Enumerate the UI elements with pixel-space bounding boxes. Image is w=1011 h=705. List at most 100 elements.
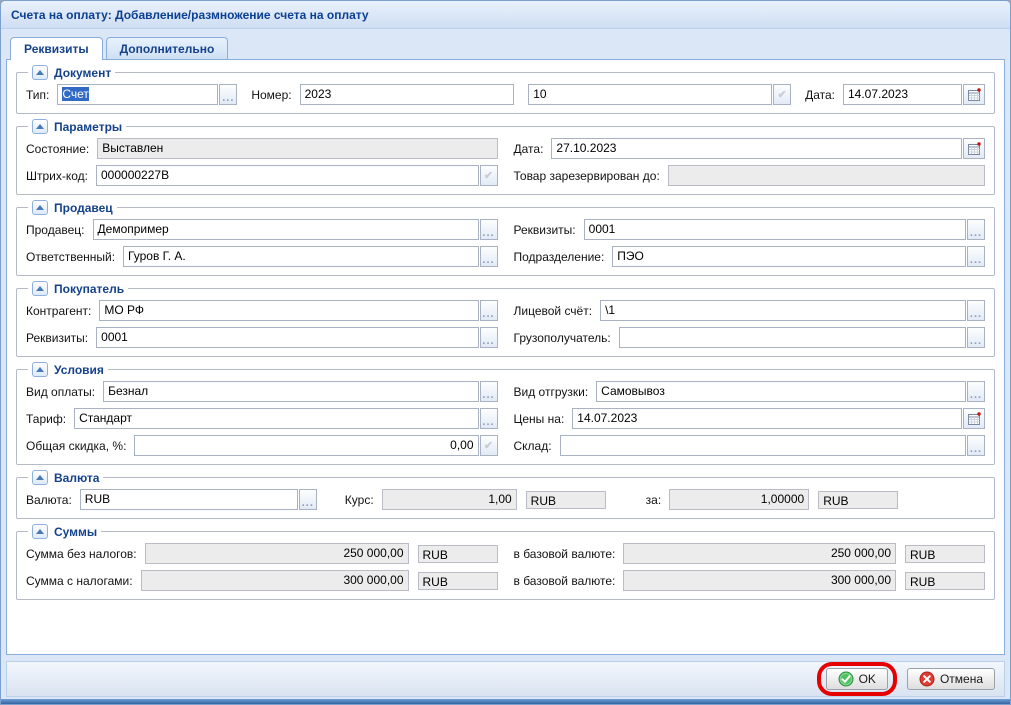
- field-input-warehouse[interactable]: [560, 435, 966, 456]
- section-title: Документ: [54, 66, 111, 80]
- field-input-sum-no-tax-base: 250 000,00: [623, 543, 896, 564]
- section-legend: Валюта: [28, 470, 103, 485]
- field-label: Тариф:: [26, 412, 66, 426]
- field-input-doc-number-2[interactable]: 10: [528, 84, 772, 105]
- form-row: Продавец:Демопример...Реквизиты:0001...: [26, 216, 985, 243]
- field-group: Гуров Г. А....: [123, 246, 497, 267]
- field-input-doc-number[interactable]: 2023: [300, 84, 515, 105]
- triangle-up-icon: [36, 286, 44, 291]
- field-label: Курс:: [345, 493, 374, 507]
- field-input-shipment-type[interactable]: Самовывоз: [596, 381, 966, 402]
- field-label: Дата:: [805, 88, 835, 102]
- field-input-barcode[interactable]: 000000227B: [96, 165, 479, 186]
- field-input-buyer-requisites[interactable]: 0001: [96, 327, 478, 348]
- lookup-button[interactable]: ...: [967, 381, 985, 402]
- field-input-status: Выставлен: [97, 138, 497, 159]
- field-input-doc-type[interactable]: Счет: [57, 84, 218, 105]
- lookup-button[interactable]: ...: [967, 219, 985, 240]
- field-input-prices-on[interactable]: 14.07.2023: [572, 408, 962, 429]
- lookup-button[interactable]: ...: [480, 408, 498, 429]
- collapse-section-button[interactable]: [32, 281, 48, 296]
- field-input-doc-date[interactable]: 14.07.2023: [843, 84, 962, 105]
- field-group: Выставлен: [97, 138, 497, 159]
- field-input-param-date[interactable]: 27.10.2023: [551, 138, 962, 159]
- calendar-icon: [968, 88, 981, 101]
- form-cell: Номер:2023: [251, 84, 514, 105]
- lookup-button[interactable]: ...: [480, 219, 498, 240]
- lookup-button[interactable]: ...: [480, 246, 498, 267]
- form-cell: Вид оплаты: Безнал...: [26, 381, 498, 402]
- form-cell: Грузополучатель:...: [514, 327, 986, 348]
- collapse-section-button[interactable]: [32, 119, 48, 134]
- field-group: 2023: [300, 84, 515, 105]
- field-input-personal-account[interactable]: \1: [600, 300, 966, 321]
- collapse-section-button[interactable]: [32, 470, 48, 485]
- field-input-reserved-until: [668, 165, 985, 186]
- field-unit-sum-no-tax: RUB: [418, 545, 498, 563]
- ok-button[interactable]: OK: [826, 668, 888, 690]
- date-picker-button[interactable]: [963, 138, 985, 159]
- field-input-discount[interactable]: 0,00: [134, 435, 478, 456]
- field-input-consignee[interactable]: [619, 327, 966, 348]
- form-cell: Состояние:Выставлен: [26, 138, 498, 159]
- field-unit-rate: RUB: [526, 491, 606, 509]
- section-document: ДокументТип:Счет...Номер:202310✔Дата:14.…: [16, 65, 995, 114]
- date-picker-button[interactable]: [963, 84, 985, 105]
- lookup-button[interactable]: ...: [219, 84, 237, 105]
- ellipsis-icon: ...: [970, 338, 982, 344]
- ellipsis-icon: ...: [970, 230, 982, 236]
- field-input-seller[interactable]: Демопример: [93, 219, 479, 240]
- form-row: Вид оплаты:Безнал...Вид отгрузки:Самовыв…: [26, 378, 985, 405]
- lookup-button[interactable]: ...: [967, 435, 985, 456]
- field-input-seller-requisites[interactable]: 0001: [584, 219, 966, 240]
- tab-requisites[interactable]: Реквизиты: [10, 37, 103, 60]
- field-label: Склад:: [514, 439, 552, 453]
- lookup-button[interactable]: ...: [967, 300, 985, 321]
- collapse-section-button[interactable]: [32, 65, 48, 80]
- field-label: в базовой валюте:: [514, 547, 616, 561]
- form-cell: Реквизиты:0001...: [26, 327, 498, 348]
- lookup-button[interactable]: ...: [480, 381, 498, 402]
- field-input-sum-no-tax: 250 000,00: [145, 543, 409, 564]
- ellipsis-icon: ...: [970, 311, 982, 317]
- form-row: Общая скидка, %:0,00✔Склад:...: [26, 432, 985, 459]
- field-input-department[interactable]: ПЭО: [612, 246, 966, 267]
- lookup-button[interactable]: ...: [299, 489, 317, 510]
- lookup-button[interactable]: ...: [967, 246, 985, 267]
- lookup-button[interactable]: ...: [480, 300, 498, 321]
- form-cell: 10✔: [528, 84, 791, 105]
- lookup-button[interactable]: ...: [480, 327, 498, 348]
- field-label: Вид оплаты:: [26, 385, 95, 399]
- field-input-responsible[interactable]: Гуров Г. А.: [123, 246, 478, 267]
- tab-additional[interactable]: Дополнительно: [106, 37, 229, 60]
- field-group: 250 000,00: [623, 543, 896, 564]
- collapse-section-button[interactable]: [32, 200, 48, 215]
- confirm-button[interactable]: ✔: [773, 84, 791, 105]
- confirm-button[interactable]: ✔: [480, 435, 498, 456]
- field-input-counterparty[interactable]: МО РФ: [99, 300, 478, 321]
- field-label: Продавец:: [26, 223, 85, 237]
- field-group: 10✔: [528, 84, 791, 105]
- window-bottom-edge: [1, 699, 1010, 704]
- collapse-section-button[interactable]: [32, 362, 48, 377]
- form-row: Сумма без налогов:250 000,00RUBв базовой…: [26, 540, 985, 567]
- cancel-button[interactable]: Отмена: [907, 668, 995, 690]
- confirm-button[interactable]: ✔: [480, 165, 498, 186]
- footer-toolbar: OK Отмена: [6, 661, 1005, 697]
- ellipsis-icon: ...: [302, 500, 314, 506]
- section-legend: Покупатель: [28, 281, 128, 296]
- field-input-currency[interactable]: RUB: [80, 489, 298, 510]
- triangle-up-icon: [36, 205, 44, 210]
- ellipsis-icon: ...: [482, 257, 494, 263]
- form-row: Ответственный:Гуров Г. А....Подразделени…: [26, 243, 985, 270]
- field-input-payment-type[interactable]: Безнал: [103, 381, 478, 402]
- field-input-tariff[interactable]: Стандарт: [74, 408, 478, 429]
- lookup-button[interactable]: ...: [967, 327, 985, 348]
- ellipsis-icon: ...: [970, 392, 982, 398]
- field-group: 0001...: [584, 219, 985, 240]
- ellipsis-icon: ...: [222, 95, 234, 101]
- collapse-section-button[interactable]: [32, 524, 48, 539]
- form-cell: Товар зарезервирован до:: [514, 165, 986, 186]
- field-unit-per: RUB: [818, 491, 898, 509]
- date-picker-button[interactable]: [963, 408, 985, 429]
